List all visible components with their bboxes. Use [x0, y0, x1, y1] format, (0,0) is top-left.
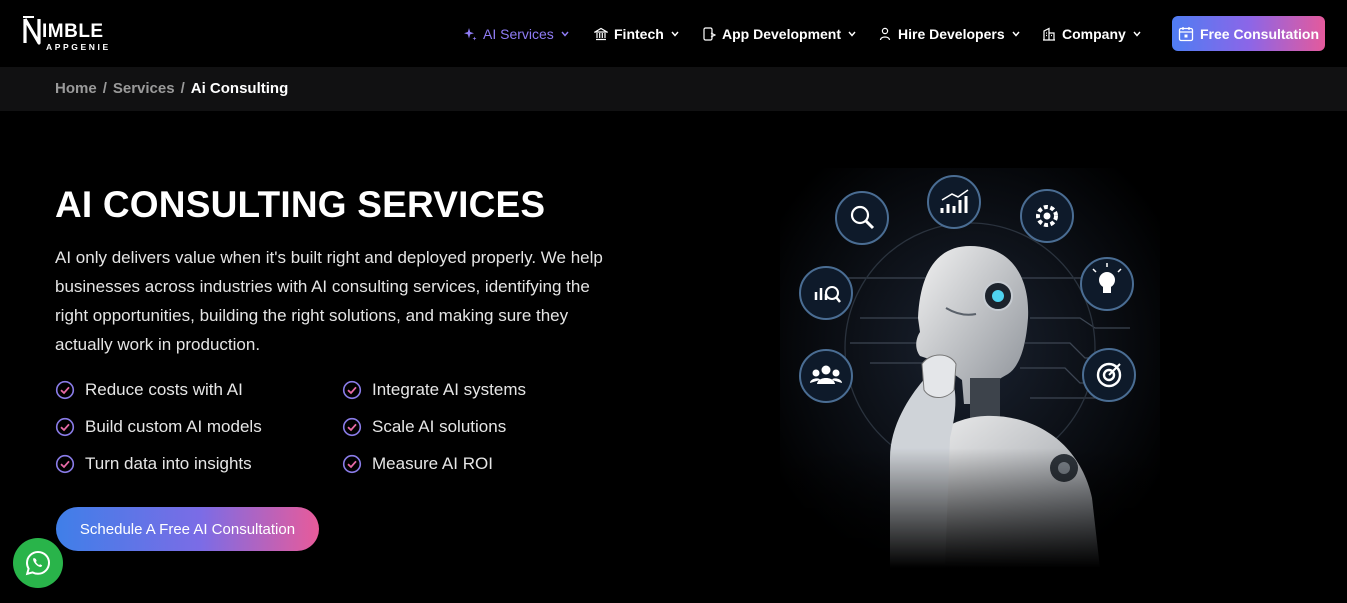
breadcrumb: Home / Services / Ai Consulting: [55, 80, 288, 97]
lightbulb-icon: [1080, 257, 1134, 311]
nav-company[interactable]: Company: [1042, 24, 1141, 44]
chevron-down-icon: [848, 31, 856, 37]
page-title: AI CONSULTING SERVICES: [55, 184, 546, 225]
nav-hire-developers-label: Hire Developers: [898, 26, 1005, 42]
check-circle-icon: [342, 417, 362, 437]
check-circle-icon: [342, 380, 362, 400]
site-header: IMBLE APPGENIE AI Services Fintech App D…: [0, 0, 1347, 67]
whatsapp-icon: [25, 550, 51, 576]
nav-fintech[interactable]: Fintech: [594, 24, 679, 44]
nav-hire-developers[interactable]: Hire Developers: [878, 24, 1020, 44]
whatsapp-button[interactable]: [13, 538, 63, 588]
nav-fintech-label: Fintech: [614, 26, 664, 42]
breadcrumb-services[interactable]: Services: [113, 80, 175, 97]
breadcrumb-separator: /: [102, 80, 107, 97]
nav-ai-services[interactable]: AI Services: [463, 24, 569, 44]
feature-text: Scale AI solutions: [372, 417, 507, 436]
target-icon: [1082, 348, 1136, 402]
nav-app-development[interactable]: App Development: [702, 24, 856, 44]
search-icon: [835, 191, 889, 245]
calendar-icon: [1178, 26, 1194, 41]
free-consultation-label: Free Consultation: [1199, 25, 1319, 42]
feature-text: Turn data into insights: [85, 454, 252, 473]
chevron-down-icon: [1133, 31, 1141, 37]
breadcrumb-current: Ai Consulting: [190, 80, 289, 97]
nav-company-label: Company: [1062, 26, 1126, 42]
schedule-consultation-button[interactable]: Schedule A Free AI Consultation: [56, 507, 319, 551]
building-icon: [1043, 27, 1055, 41]
feature-text: Measure AI ROI: [372, 454, 493, 473]
team-icon: [799, 349, 853, 403]
bank-icon: [594, 27, 608, 41]
analytics-search-icon: [799, 266, 853, 320]
app-dev-icon: [703, 27, 716, 41]
nav-app-development-label: App Development: [722, 26, 842, 42]
feature-item: Measure AI ROI: [342, 452, 493, 476]
feature-item: Turn data into insights: [55, 452, 252, 476]
gear-icon: [1020, 189, 1074, 243]
check-circle-icon: [342, 454, 362, 474]
free-consultation-button[interactable]: Free Consultation: [1172, 16, 1325, 51]
check-circle-icon: [55, 454, 75, 474]
check-circle-icon: [55, 380, 75, 400]
breadcrumb-home[interactable]: Home: [55, 80, 97, 97]
schedule-consultation-label: Schedule A Free AI Consultation: [79, 520, 296, 538]
breadcrumb-bar: Home / Services / Ai Consulting: [0, 67, 1347, 111]
feature-item: Reduce costs with AI: [55, 378, 243, 402]
developer-icon: [879, 27, 891, 41]
hero-description: AI only delivers value when it's built r…: [55, 248, 603, 354]
nimble-appgenie-logo[interactable]: IMBLE APPGENIE: [22, 16, 117, 52]
feature-text: Integrate AI systems: [372, 380, 527, 399]
feature-item: Scale AI solutions: [342, 415, 506, 439]
feature-text: Build custom AI models: [85, 417, 262, 436]
feature-text: Reduce costs with AI: [85, 380, 243, 399]
nav-ai-services-label: AI Services: [483, 26, 554, 42]
check-circle-icon: [55, 417, 75, 437]
growth-chart-icon: [927, 175, 981, 229]
chevron-down-icon: [671, 31, 679, 37]
breadcrumb-separator: /: [180, 80, 185, 97]
feature-item: Build custom AI models: [55, 415, 262, 439]
chevron-down-icon: [1012, 31, 1020, 37]
feature-item: Integrate AI systems: [342, 378, 526, 402]
sparkle-icon: [464, 28, 477, 41]
logo-wordmark: IMBLE: [42, 21, 104, 42]
chevron-down-icon: [561, 31, 569, 37]
logo-subtitle: APPGENIE: [46, 42, 111, 52]
ai-robot-illustration: [780, 168, 1160, 568]
